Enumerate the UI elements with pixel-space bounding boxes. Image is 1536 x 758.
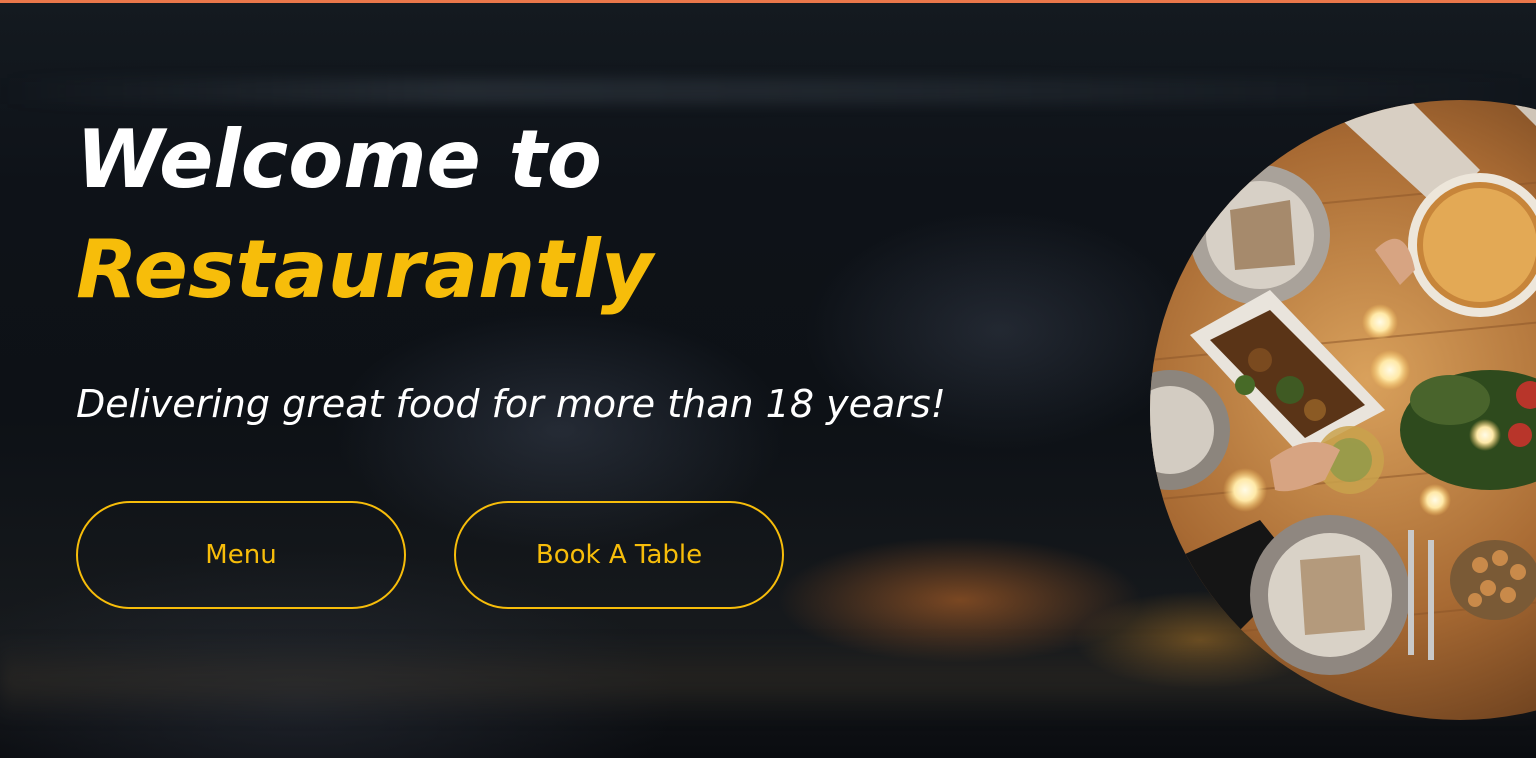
top-accent-line (0, 0, 1536, 3)
hero-tagline: Delivering great food for more than 18 y… (76, 382, 946, 426)
hero-food-image (1150, 100, 1536, 720)
hero-title-brand: Restaurantly (76, 223, 653, 316)
dinner-table-illustration (1150, 100, 1536, 720)
menu-button[interactable]: Menu (76, 501, 406, 609)
hero-title-welcome: Welcome to (76, 113, 602, 206)
book-table-button[interactable]: Book A Table (454, 501, 784, 609)
hero-section: Welcome to Restaurantly Delivering great… (0, 0, 1536, 758)
background-shelf-blur (0, 78, 1536, 104)
